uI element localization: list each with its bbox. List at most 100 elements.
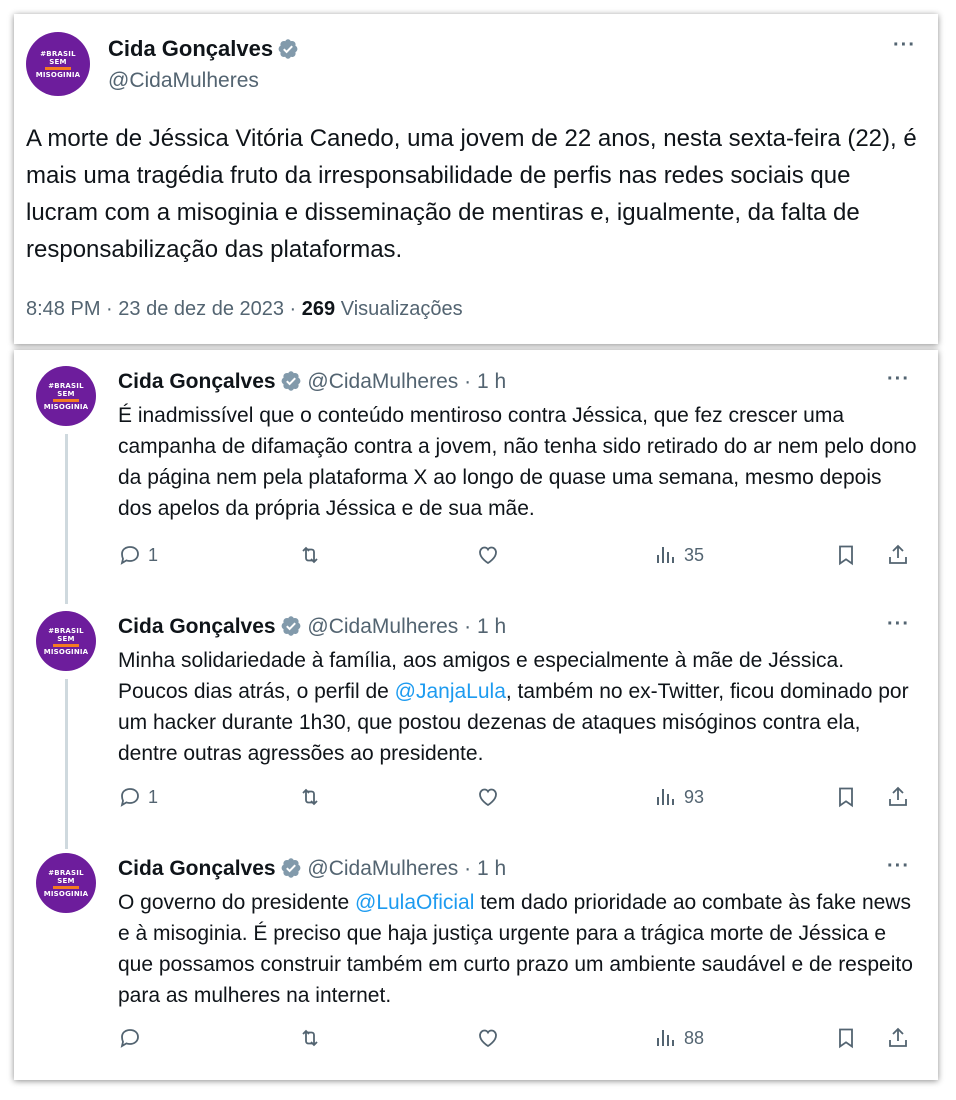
tweet-text: A morte de Jéssica Vitória Canedo, uma j…: [26, 125, 917, 263]
retweet-icon: [302, 546, 318, 564]
thread-card: #BRASIL SEM MISOGINIA Cida Gonçalves @Ci…: [14, 350, 938, 1080]
tweet-header: Cida Gonçalves @CidaMulheres · 1 h: [118, 857, 506, 881]
avatar-text: MISOGINIA: [43, 647, 89, 656]
more-options-icon[interactable]: ···: [887, 613, 910, 636]
retweet-icon: [302, 788, 318, 806]
author-name[interactable]: Cida Gonçalves: [118, 370, 276, 393]
avatar-text: MISOGINIA: [43, 889, 89, 898]
avatar[interactable]: #BRASIL SEM MISOGINIA: [26, 32, 90, 96]
like-button[interactable]: [476, 543, 500, 567]
tweet-time[interactable]: · 1 h: [464, 857, 506, 880]
reply-button[interactable]: 1: [118, 785, 158, 809]
analytics-icon: [657, 1030, 674, 1046]
author-name[interactable]: Cida Gonçalves: [108, 36, 299, 62]
separator: ·: [106, 298, 113, 320]
mention-link[interactable]: @JanjaLula: [395, 680, 506, 703]
more-options-icon[interactable]: ···: [893, 34, 916, 57]
separator: ·: [289, 298, 297, 320]
avatar-bar: [53, 885, 79, 889]
views-count: 269: [301, 298, 336, 320]
thread-tweet[interactable]: #BRASIL SEM MISOGINIA Cida Gonçalves @Ci…: [14, 595, 938, 849]
verified-badge-icon: [278, 39, 298, 59]
reply-count: 1: [148, 786, 159, 807]
reply-button[interactable]: 1: [118, 543, 158, 567]
bookmark-icon: [839, 545, 853, 566]
more-options-icon[interactable]: ···: [887, 855, 910, 878]
share-icon: [889, 544, 907, 564]
thread-line: [65, 434, 68, 604]
heart-icon: [479, 1029, 497, 1048]
reply-icon: [120, 546, 139, 565]
analytics-icon: [657, 547, 674, 563]
author-name-text: Cida Gonçalves: [108, 36, 274, 61]
thread-line: [65, 679, 68, 849]
tweet-time[interactable]: · 1 h: [464, 615, 506, 638]
avatar-text: #BRASIL: [48, 626, 84, 635]
avatar[interactable]: #BRASIL SEM MISOGINIA: [36, 366, 96, 426]
reply-button[interactable]: [118, 1026, 148, 1050]
views-count: 93: [684, 786, 705, 807]
author-handle[interactable]: @CidaMulheres: [307, 370, 458, 393]
avatar-bar: [53, 398, 79, 402]
share-button[interactable]: [886, 785, 910, 809]
avatar[interactable]: #BRASIL SEM MISOGINIA: [36, 853, 96, 913]
views-button[interactable]: 93: [654, 785, 704, 809]
share-icon: [889, 1027, 907, 1047]
author-name[interactable]: Cida Gonçalves: [118, 857, 276, 880]
author-handle[interactable]: @CidaMulheres: [108, 69, 259, 93]
retweet-button[interactable]: [298, 785, 322, 809]
tweet-time[interactable]: 8:48 PM: [26, 298, 100, 320]
avatar-bar: [53, 643, 79, 647]
analytics-icon: [657, 789, 674, 805]
tweet-meta: 8:48 PM · 23 de dez de 2023 · 269 Visual…: [26, 298, 463, 321]
reply-icon: [120, 1029, 139, 1048]
bookmark-button[interactable]: [834, 543, 858, 567]
avatar-bar: [45, 66, 71, 70]
mention-link[interactable]: @LulaOficial: [355, 891, 474, 914]
author-handle[interactable]: @CidaMulheres: [307, 857, 458, 880]
author-name[interactable]: Cida Gonçalves: [118, 615, 276, 638]
heart-icon: [479, 546, 497, 565]
like-button[interactable]: [476, 785, 500, 809]
tweet-text-part: O governo do presidente: [118, 891, 355, 914]
like-button[interactable]: [476, 1026, 500, 1050]
avatar-text: SEM: [57, 389, 75, 398]
action-bar: 88: [118, 1026, 918, 1056]
more-options-icon[interactable]: ···: [887, 368, 910, 391]
avatar-text: SEM: [57, 876, 75, 885]
avatar-text: #BRASIL: [48, 381, 84, 390]
thread-tweet[interactable]: #BRASIL SEM MISOGINIA Cida Gonçalves @Ci…: [14, 350, 938, 604]
verified-badge-icon: [281, 371, 300, 391]
retweet-icon: [302, 1029, 318, 1047]
views-button[interactable]: 88: [654, 1026, 704, 1050]
tweet-header: Cida Gonçalves @CidaMulheres · 1 h: [118, 615, 506, 639]
thread-tweet[interactable]: #BRASIL SEM MISOGINIA Cida Gonçalves @Ci…: [14, 837, 938, 1080]
views-count: 35: [684, 544, 705, 565]
tweet-text: O governo do presidente @LulaOficial tem…: [118, 887, 918, 1011]
avatar-text: #BRASIL: [48, 868, 84, 877]
avatar-text: SEM: [57, 634, 75, 643]
avatar-text: MISOGINIA: [43, 402, 89, 411]
views-label: Visualizações: [340, 298, 463, 320]
avatar-text: MISOGINIA: [35, 70, 81, 79]
views-count: 88: [684, 1027, 705, 1048]
main-tweet-card: #BRASIL SEM MISOGINIA Cida Gonçalves @Ci…: [14, 14, 938, 344]
verified-badge-icon: [281, 858, 300, 878]
avatar[interactable]: #BRASIL SEM MISOGINIA: [36, 611, 96, 671]
share-icon: [889, 786, 907, 806]
retweet-button[interactable]: [298, 543, 322, 567]
author-handle[interactable]: @CidaMulheres: [307, 615, 458, 638]
retweet-button[interactable]: [298, 1026, 322, 1050]
bookmark-button[interactable]: [834, 1026, 858, 1050]
share-button[interactable]: [886, 1026, 910, 1050]
share-button[interactable]: [886, 543, 910, 567]
action-bar: 1 35: [118, 543, 918, 573]
views-button[interactable]: 35: [654, 543, 704, 567]
tweet-time[interactable]: · 1 h: [464, 370, 506, 393]
tweet-date[interactable]: 23 de dez de 2023: [118, 298, 284, 320]
bookmark-button[interactable]: [834, 785, 858, 809]
verified-badge-icon: [281, 616, 300, 636]
avatar-text: #BRASIL: [40, 49, 76, 58]
tweet-header: Cida Gonçalves @CidaMulheres · 1 h: [118, 370, 506, 394]
reply-icon: [120, 788, 139, 807]
